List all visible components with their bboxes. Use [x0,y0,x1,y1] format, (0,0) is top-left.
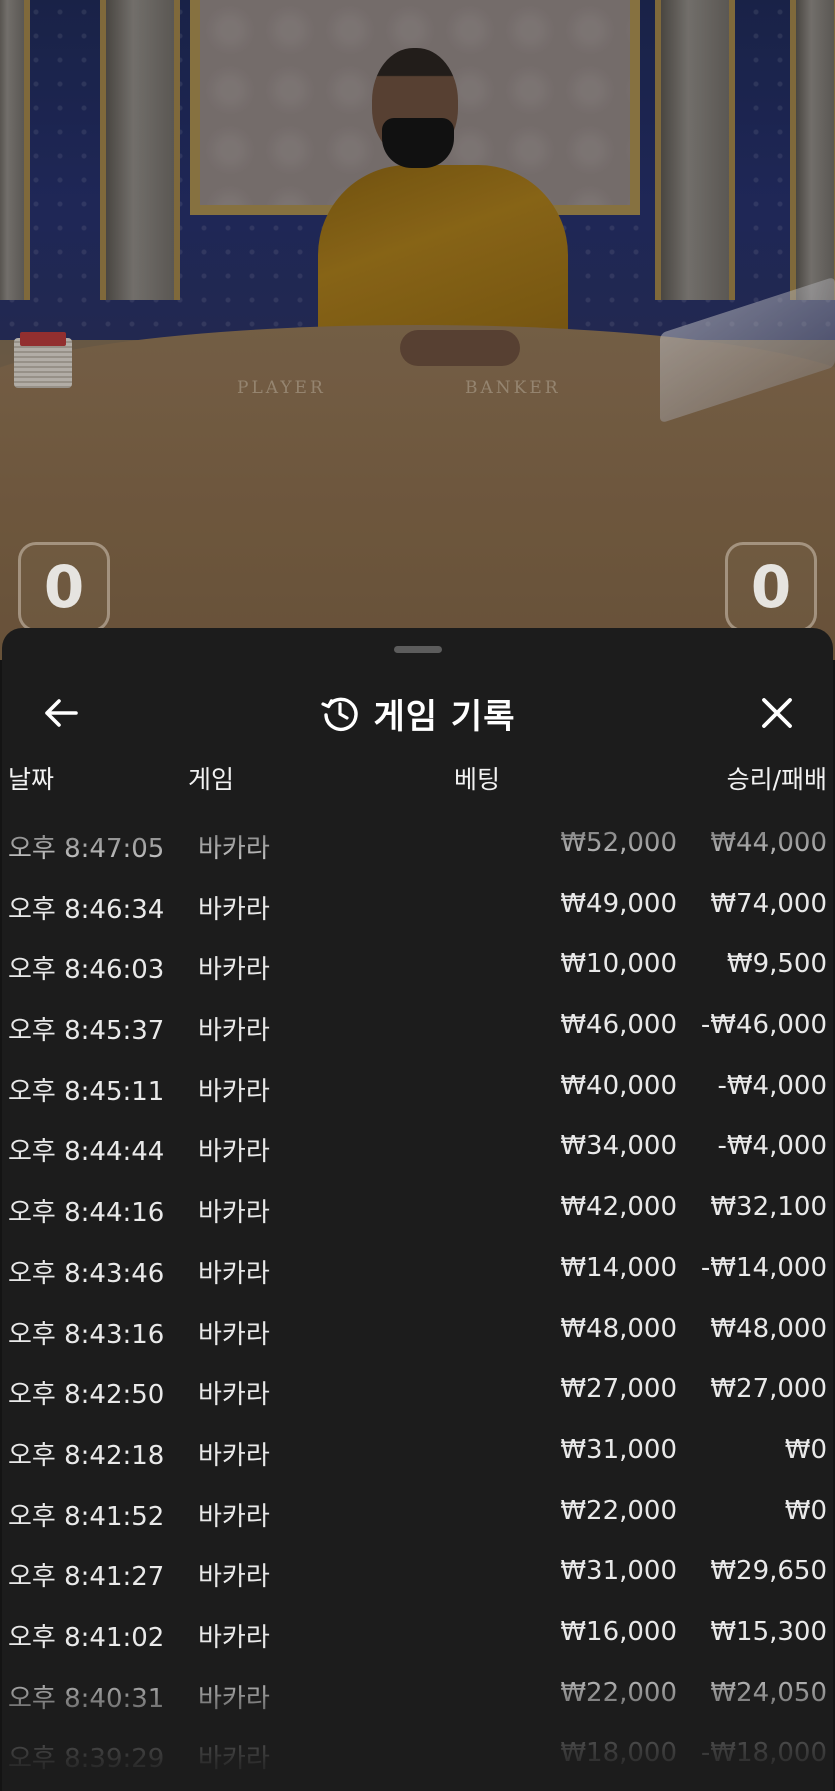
row-bet: ₩27,000 [560,1374,677,1405]
row-time: 오후 8:41:02 [8,1622,165,1653]
close-icon [762,698,792,728]
row-time: 오후 8:43:46 [8,1258,165,1289]
row-time: 오후 8:44:16 [8,1198,165,1229]
row-game: 바카라 [198,1198,270,1229]
row-win-loss: -₩46,000 [700,1010,827,1041]
row-game: 바카라 [198,894,270,925]
column-header-win-loss: 승리/패배 [726,765,827,794]
history-icon [320,697,358,731]
history-row[interactable]: 오후 8:47:05 바카라 ₩52,000 ₩44,000 [2,814,833,875]
row-win-loss: ₩44,000 [710,828,827,858]
row-time: 오후 8:40:31 [8,1683,165,1714]
row-time: 오후 8:45:11 [8,1076,165,1107]
history-row[interactable]: 오후 8:40:31 바카라 ₩22,000 ₩24,050 [2,1664,833,1725]
row-win-loss: ₩24,050 [710,1677,827,1708]
row-game: 바카라 [198,834,270,864]
history-table-body: 오후 8:47:05 바카라 ₩52,000 ₩44,000 오후 8:46:34 바카라… [2,814,833,1785]
sheet-title-group: 게임 기록 [2,688,833,738]
row-game: 바카라 [198,955,270,986]
row-time: 오후 8:45:37 [8,1016,165,1047]
column-header-bet: 베팅 [454,765,501,794]
row-bet: ₩14,000 [560,1252,677,1283]
history-row[interactable]: 오후 8:44:44 바카라 ₩34,000 -₩4,000 [2,1117,833,1178]
row-win-loss: ₩9,500 [726,949,827,980]
video-dim-overlay [0,0,835,660]
row-win-loss: ₩15,300 [710,1616,827,1647]
history-row[interactable]: 오후 8:46:03 바카라 ₩10,000 ₩9,500 [2,935,833,996]
row-win-loss: ₩0 [784,1434,827,1465]
row-bet: ₩40,000 [560,1070,677,1101]
row-game: 바카라 [198,1562,270,1593]
history-row[interactable]: 오후 8:42:18 바카라 ₩31,000 ₩0 [2,1421,833,1482]
row-time: 오후 8:42:50 [8,1380,165,1411]
row-game: 바카라 [198,1016,270,1047]
row-bet: ₩22,000 [560,1495,677,1526]
row-time: 오후 8:47:05 [8,834,165,864]
history-table-header: 날짜 게임 베팅 승리/패배 [2,760,833,800]
row-win-loss: -₩14,000 [700,1252,827,1283]
row-bet: ₩34,000 [560,1131,677,1162]
history-row[interactable]: 오후 8:41:02 바카라 ₩16,000 ₩15,300 [2,1603,833,1664]
row-win-loss: ₩27,000 [710,1374,827,1405]
row-bet: ₩31,000 [560,1556,677,1587]
row-bet: ₩10,000 [560,949,677,980]
banker-score: 0 [725,542,817,632]
row-win-loss: ₩32,100 [710,1192,827,1223]
game-screen: PLAYER BANKER 0 0 게임 기록 날짜 게임 베팅 승리/패배 오… [0,0,835,1791]
row-game: 바카라 [198,1137,270,1168]
row-win-loss: -₩4,000 [717,1070,827,1101]
row-game: 바카라 [198,1744,270,1775]
row-bet: ₩18,000 [560,1738,677,1769]
row-time: 오후 8:44:44 [8,1137,165,1168]
row-win-loss: -₩4,000 [717,1131,827,1162]
history-row[interactable]: 오후 8:42:50 바카라 ₩27,000 ₩27,000 [2,1360,833,1421]
sheet-title: 게임 기록 [373,696,516,737]
history-row[interactable]: 오후 8:41:27 바카라 ₩31,000 ₩29,650 [2,1542,833,1603]
row-time: 오후 8:46:34 [8,894,165,925]
row-time: 오후 8:41:27 [8,1562,165,1593]
close-button[interactable] [754,690,800,736]
player-score: 0 [18,542,110,632]
history-row[interactable]: 오후 8:41:52 바카라 ₩22,000 ₩0 [2,1482,833,1543]
row-game: 바카라 [198,1440,270,1471]
history-row[interactable]: 오후 8:43:46 바카라 ₩14,000 -₩14,000 [2,1239,833,1300]
live-video-feed: PLAYER BANKER 0 0 [0,0,835,660]
row-game: 바카라 [198,1319,270,1350]
row-win-loss: ₩48,000 [710,1313,827,1344]
row-time: 오후 8:41:52 [8,1501,165,1532]
row-bet: ₩42,000 [560,1192,677,1223]
row-bet: ₩16,000 [560,1616,677,1647]
row-game: 바카라 [198,1683,270,1714]
row-game: 바카라 [198,1501,270,1532]
game-history-sheet: 게임 기록 날짜 게임 베팅 승리/패배 오후 8:47:05 바카라 ₩52,00… [2,628,833,1791]
row-game: 바카라 [198,1076,270,1107]
row-time: 오후 8:42:18 [8,1440,165,1471]
row-game: 바카라 [198,1258,270,1289]
column-header-game: 게임 [188,765,235,794]
row-time: 오후 8:43:16 [8,1319,165,1350]
row-bet: ₩46,000 [560,1010,677,1041]
row-win-loss: ₩74,000 [710,888,827,919]
sheet-drag-handle[interactable] [394,646,442,653]
row-bet: ₩48,000 [560,1313,677,1344]
row-win-loss: -₩18,000 [700,1738,827,1769]
row-win-loss: ₩29,650 [710,1556,827,1587]
history-row[interactable]: 오후 8:43:16 바카라 ₩48,000 ₩48,000 [2,1300,833,1361]
row-time: 오후 8:46:03 [8,955,165,986]
history-row[interactable]: 오후 8:44:16 바카라 ₩42,000 ₩32,100 [2,1178,833,1239]
column-header-date: 날짜 [8,765,55,794]
history-row[interactable]: 오후 8:39:29 바카라 ₩18,000 -₩18,000 [2,1724,833,1785]
row-bet: ₩49,000 [560,888,677,919]
history-row[interactable]: 오후 8:45:37 바카라 ₩46,000 -₩46,000 [2,996,833,1057]
row-bet: ₩22,000 [560,1677,677,1708]
row-bet: ₩31,000 [560,1434,677,1465]
row-game: 바카라 [198,1622,270,1653]
row-win-loss: ₩0 [784,1495,827,1526]
row-game: 바카라 [198,1380,270,1411]
row-bet: ₩52,000 [560,828,677,858]
history-row[interactable]: 오후 8:45:11 바카라 ₩40,000 -₩4,000 [2,1057,833,1118]
row-time: 오후 8:39:29 [8,1744,165,1775]
history-row[interactable]: 오후 8:46:34 바카라 ₩49,000 ₩74,000 [2,875,833,936]
